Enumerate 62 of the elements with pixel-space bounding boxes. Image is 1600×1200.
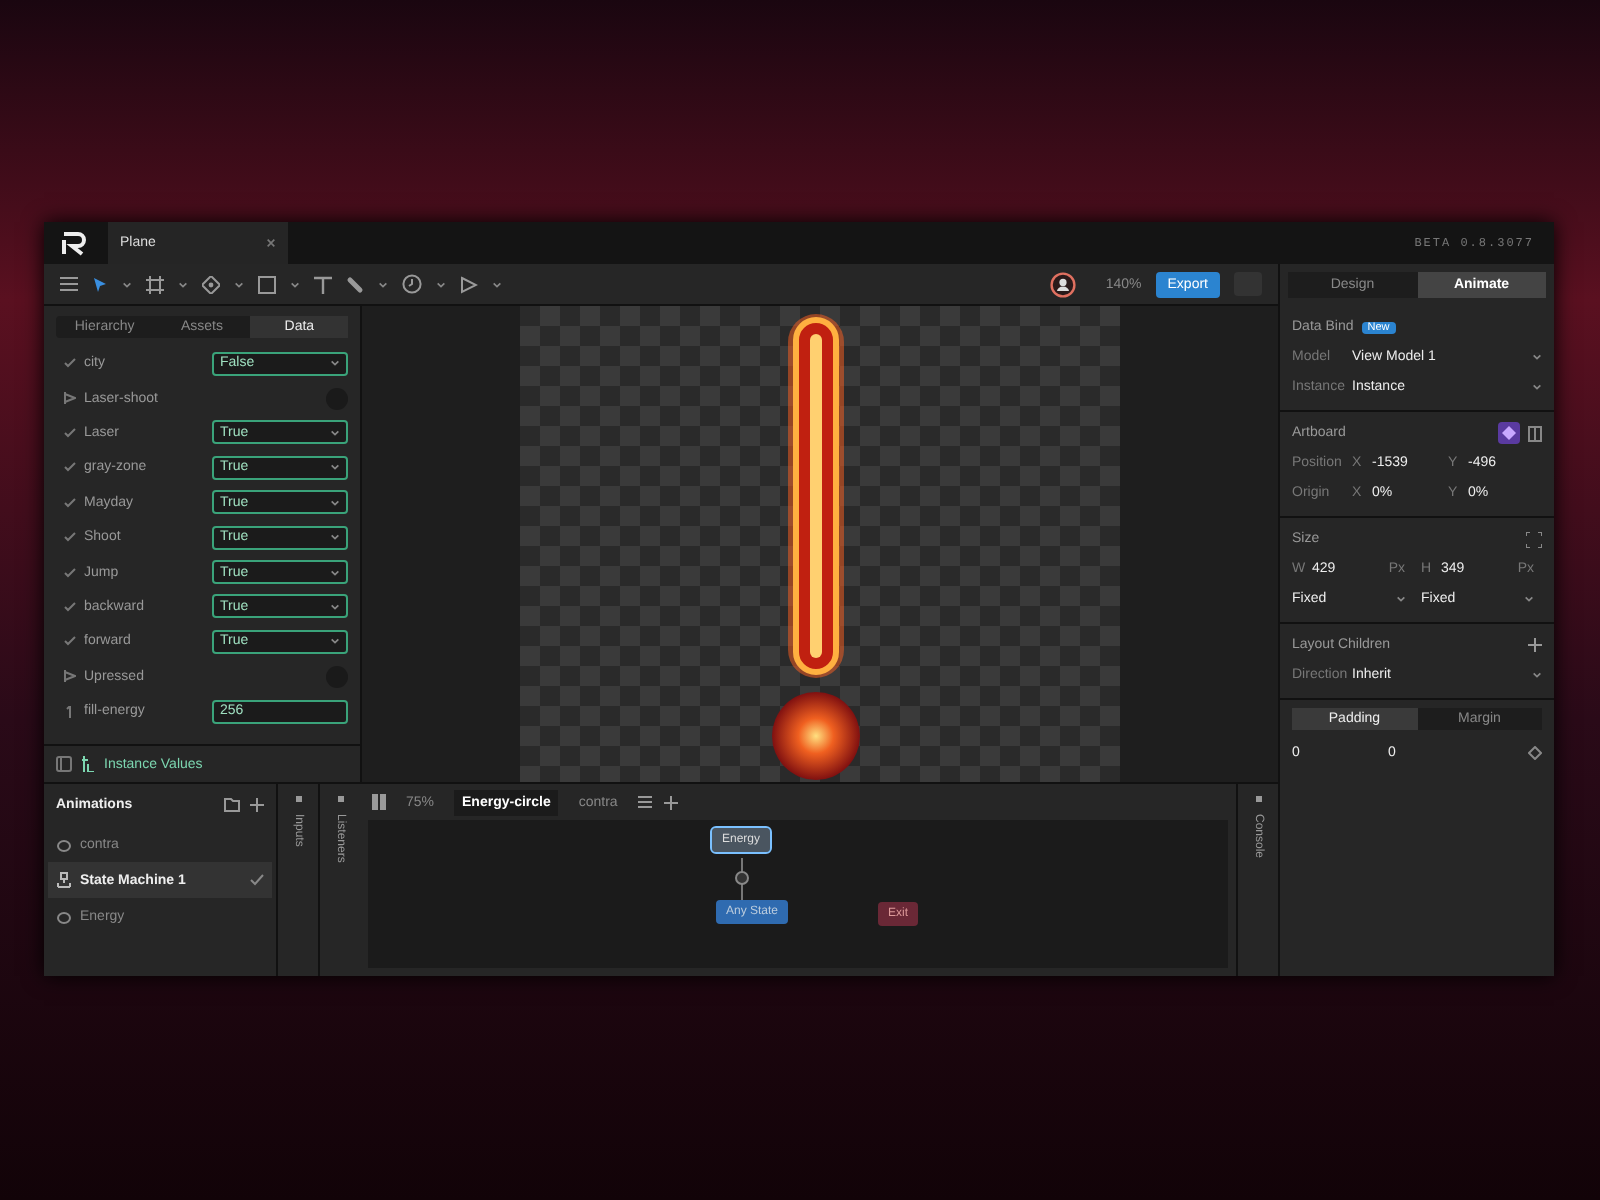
- check-icon: [64, 358, 76, 369]
- pen-tool-icon[interactable]: [202, 275, 220, 293]
- number-icon: [64, 705, 76, 718]
- caret-icon: [330, 567, 340, 578]
- check-icon: [250, 874, 264, 886]
- state-machine-icon: [56, 872, 72, 888]
- caret-icon: [178, 279, 188, 289]
- caret-icon: [492, 279, 502, 289]
- caret-icon: [330, 462, 340, 473]
- collapse-icon[interactable]: [1255, 796, 1261, 802]
- check-icon: [64, 462, 76, 473]
- check-icon: [64, 567, 76, 578]
- panel-toggle-icon[interactable]: [56, 756, 72, 772]
- add-icon[interactable]: [250, 798, 264, 812]
- loop-icon: [56, 837, 72, 851]
- avatar-icon[interactable]: [1049, 271, 1076, 297]
- close-icon[interactable]: [266, 238, 276, 248]
- folder-icon[interactable]: [224, 798, 240, 812]
- caret-icon: [378, 279, 388, 289]
- panel-icon[interactable]: [1528, 425, 1542, 441]
- caret-icon: [1524, 594, 1534, 604]
- play-icon[interactable]: [460, 275, 478, 293]
- caret-icon: [1395, 594, 1405, 604]
- frame-tool-icon[interactable]: [146, 275, 164, 293]
- trigger-icon: [64, 670, 76, 683]
- bone-tool-icon[interactable]: [346, 275, 364, 293]
- layout-icon[interactable]: [372, 794, 386, 810]
- caret-icon: [122, 279, 132, 289]
- logo-icon: [60, 231, 88, 255]
- variable-icon: [82, 756, 94, 772]
- caret-icon: [1532, 382, 1542, 392]
- caret-icon: [290, 279, 300, 289]
- caret-icon: [330, 358, 340, 369]
- caret-icon: [436, 279, 446, 289]
- diamond-icon[interactable]: [1498, 422, 1520, 444]
- caret-icon: [330, 601, 340, 612]
- caret-icon: [330, 636, 340, 647]
- loop-icon: [56, 909, 72, 923]
- check-icon: [64, 427, 76, 438]
- trigger-icon: [64, 392, 76, 405]
- collapse-icon[interactable]: [337, 796, 343, 802]
- text-tool-icon[interactable]: [314, 275, 332, 293]
- fit-icon[interactable]: [1526, 531, 1542, 547]
- caret-icon: [330, 497, 340, 508]
- transition-connector: [734, 858, 750, 900]
- check-icon: [64, 497, 76, 508]
- caret-icon: [330, 427, 340, 438]
- caret-icon: [234, 279, 244, 289]
- check-icon: [64, 532, 76, 543]
- caret-icon: [1532, 670, 1542, 680]
- check-icon: [64, 636, 76, 647]
- pointer-tool-icon[interactable]: [92, 275, 108, 293]
- add-icon[interactable]: [1528, 638, 1542, 652]
- list-icon[interactable]: [637, 796, 652, 808]
- menu-icon[interactable]: [60, 276, 78, 292]
- check-icon: [64, 601, 76, 612]
- caret-icon: [1532, 352, 1542, 362]
- caret-icon: [330, 532, 340, 543]
- add-icon[interactable]: [663, 795, 678, 809]
- clock-icon[interactable]: [402, 274, 422, 294]
- collapse-icon[interactable]: [295, 796, 301, 802]
- rectangle-tool-icon[interactable]: [258, 275, 276, 293]
